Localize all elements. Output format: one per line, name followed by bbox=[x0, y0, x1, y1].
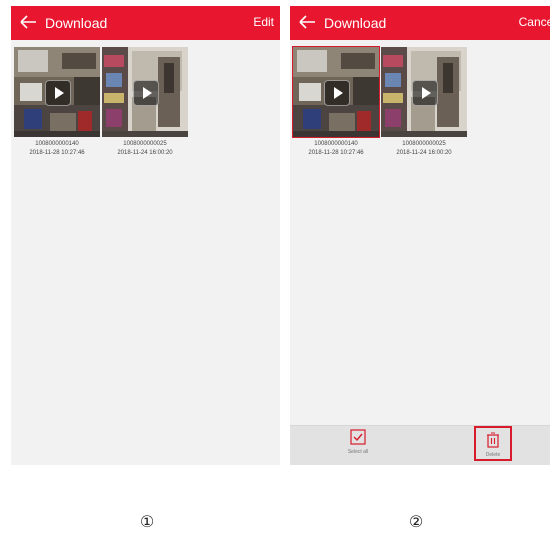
back-arrow-icon[interactable] bbox=[17, 11, 39, 33]
video-thumbnail-selected[interactable] bbox=[292, 46, 380, 138]
video-id: 1008000000140 bbox=[314, 141, 358, 147]
delete-label: Delete bbox=[485, 452, 501, 458]
edit-button[interactable]: Edit bbox=[253, 15, 274, 29]
select-all-button[interactable]: Select all bbox=[336, 428, 380, 455]
delete-button[interactable]: Delete bbox=[474, 426, 512, 461]
select-all-label: Select all bbox=[347, 449, 369, 455]
download-screen-1: Download Edit 1008000000140 2018-11-28 1… bbox=[11, 6, 280, 465]
page-title: Download bbox=[324, 15, 387, 31]
bottom-action-bar: Select all Delete bbox=[290, 425, 550, 465]
play-icon[interactable] bbox=[133, 80, 159, 106]
video-datetime: 2018-11-28 10:27:46 bbox=[308, 150, 364, 156]
page-title: Download bbox=[45, 15, 108, 31]
trash-icon bbox=[487, 432, 499, 448]
video-id: 1008000000025 bbox=[123, 141, 167, 147]
select-all-checkbox-icon bbox=[350, 429, 366, 445]
play-icon[interactable] bbox=[45, 80, 71, 106]
top-bar: Download Cancel bbox=[290, 6, 550, 40]
video-thumbnail[interactable] bbox=[102, 47, 188, 137]
video-item[interactable]: 1008000000025 2018-11-24 16:00:20 bbox=[381, 47, 467, 156]
video-thumbnail[interactable] bbox=[381, 47, 467, 137]
step-label-2: ② bbox=[408, 512, 424, 531]
video-item[interactable]: 1008000000140 2018-11-28 10:27:46 bbox=[14, 47, 100, 156]
video-thumbnail[interactable] bbox=[14, 47, 100, 137]
top-bar: Download Edit bbox=[11, 6, 280, 40]
video-datetime: 2018-11-28 10:27:46 bbox=[29, 150, 85, 156]
download-screen-2: Download Cancel 1008000000140 2018-11-28… bbox=[290, 6, 550, 465]
video-datetime: 2018-11-24 16:00:20 bbox=[396, 150, 452, 156]
video-id: 1008000000025 bbox=[402, 141, 446, 147]
cancel-button[interactable]: Cancel bbox=[519, 15, 550, 29]
play-icon[interactable] bbox=[324, 80, 350, 106]
video-datetime: 2018-11-24 16:00:20 bbox=[117, 150, 173, 156]
video-id: 1008000000140 bbox=[35, 141, 79, 147]
back-arrow-icon[interactable] bbox=[296, 11, 318, 33]
step-label-1: ① bbox=[139, 512, 155, 531]
video-item[interactable]: 1008000000025 2018-11-24 16:00:20 bbox=[102, 47, 188, 156]
video-item[interactable]: 1008000000140 2018-11-28 10:27:46 bbox=[292, 46, 380, 156]
play-icon[interactable] bbox=[412, 80, 438, 106]
